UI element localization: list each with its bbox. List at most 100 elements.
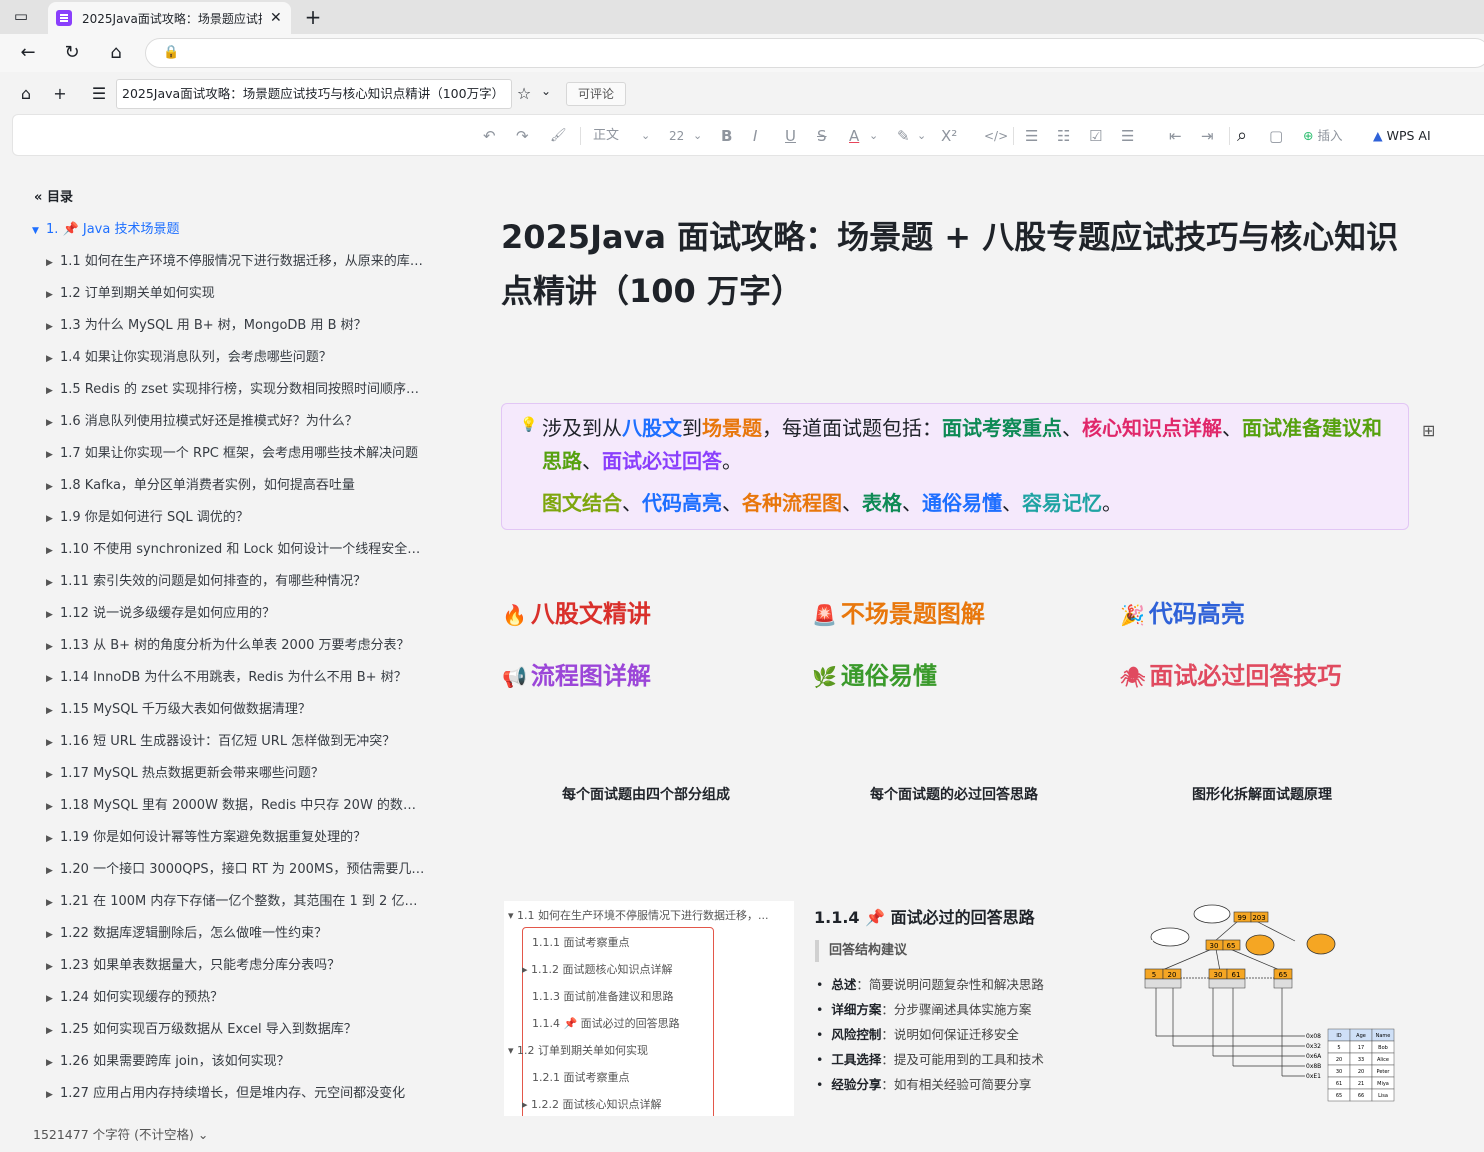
doc-title-field[interactable]: 2025Java面试攻略：场景题应试技巧与核心知识点精讲（100万字） <box>116 79 512 109</box>
collapse-arrow-icon[interactable]: ▶ <box>46 599 60 630</box>
outline-item[interactable]: ▶ 1.5 Redis 的 zset 实现排行榜，实现分数相同按照时间顺序排序 <box>12 374 440 406</box>
expand-arrow-icon[interactable]: ▼ <box>32 215 46 246</box>
outline-item[interactable]: ▶ 1.23 如果单表数据量大，只能考虑分库分表吗？ <box>12 950 440 982</box>
feature-label[interactable]: 🎉 代码高亮 <box>1120 594 1245 629</box>
collapse-arrow-icon[interactable]: ▶ <box>46 1079 60 1110</box>
collapse-arrow-icon[interactable]: ▶ <box>46 407 60 438</box>
home-button[interactable]: ⌂ <box>104 42 128 64</box>
collapse-arrow-icon[interactable]: ▶ <box>46 759 60 790</box>
outline-item[interactable]: ▶ 1.17 MySQL 热点数据更新会带来哪些问题？ <box>12 758 440 790</box>
font-size-select[interactable]: 22 <box>669 126 684 146</box>
outline-item[interactable]: ▶ 1.26 如果需要跨库 join，该如何实现？ <box>12 1046 440 1078</box>
align-button[interactable]: ☰ <box>1121 126 1134 146</box>
outline-item[interactable]: ▼ 1. 📌 Java 技术场景题 <box>12 214 440 246</box>
collapse-arrow-icon[interactable]: ▶ <box>46 823 60 854</box>
collapse-arrow-icon[interactable]: ▶ <box>46 887 60 918</box>
collapse-arrow-icon[interactable]: ▶ <box>46 343 60 374</box>
outline-header[interactable]: « 目录 <box>34 186 73 205</box>
outline-item[interactable]: ▶ 1.7 如果让你实现一个 RPC 框架，会考虑用哪些技术解决问题 <box>12 438 440 470</box>
collapse-arrow-icon[interactable]: ▶ <box>46 727 60 758</box>
wps-ai-button[interactable]: ▲ WPS AI <box>1373 126 1431 146</box>
collapse-arrow-icon[interactable]: ▶ <box>46 439 60 470</box>
comment-mode-button[interactable]: 可评论 <box>566 82 626 106</box>
collapse-arrow-icon[interactable]: ▶ <box>46 535 60 566</box>
bold-button[interactable]: B <box>721 126 732 146</box>
collapse-arrow-icon[interactable]: ▶ <box>46 1047 60 1078</box>
italic-button[interactable]: I <box>753 126 757 146</box>
feature-label[interactable]: 🕷 面试必过回答技巧 <box>1120 656 1341 691</box>
collapse-arrow-icon[interactable]: ▶ <box>46 1015 60 1046</box>
outline-item[interactable]: ▶ 1.6 消息队列使用拉模式好还是推模式好？为什么？ <box>12 406 440 438</box>
collapse-arrow-icon[interactable]: ▶ <box>46 951 60 982</box>
outline-item[interactable]: ▶ 1.8 Kafka，单分区单消费者实例，如何提高吞吐量 <box>12 470 440 502</box>
collapse-arrow-icon[interactable]: ▶ <box>46 311 60 342</box>
outline-item[interactable]: ▶ 1.9 你是如何进行 SQL 调优的？ <box>12 502 440 534</box>
outline-item[interactable]: ▶ 1.12 说一说多级缓存是如何应用的？ <box>12 598 440 630</box>
menu-icon[interactable]: ☰ <box>88 84 110 104</box>
browser-tab[interactable]: 2025Java面试攻略：场景题应试技巧与核心知识点精讲 ✕ <box>48 2 291 34</box>
char-count[interactable]: 1521477 个字符 (不计空格) ⌄ <box>33 1124 208 1143</box>
address-bar[interactable]: 🔒 <box>145 38 1484 68</box>
undo-icon[interactable]: ↶ <box>483 126 496 146</box>
comment-icon[interactable]: ▢ <box>1269 126 1283 146</box>
home-icon[interactable]: ⌂ <box>15 84 37 104</box>
outline-item[interactable]: ▶ 1.24 如何实现缓存的预热？ <box>12 982 440 1014</box>
collapse-arrow-icon[interactable]: ▶ <box>46 567 60 598</box>
reload-button[interactable]: ↻ <box>60 42 84 64</box>
outline-item[interactable]: ▶ 1.18 MySQL 里有 2000W 数据，Redis 中只存 20W 的数… <box>12 790 440 822</box>
collapse-arrow-icon[interactable]: ▶ <box>46 247 60 278</box>
numbered-list-button[interactable]: ☷ <box>1057 126 1070 146</box>
outline-item[interactable]: ▶ 1.13 从 B+ 树的角度分析为什么单表 2000 万要考虑分表？ <box>12 630 440 662</box>
sidebar-toggle-icon[interactable]: ▭ <box>10 7 32 27</box>
tab-close-icon[interactable]: ✕ <box>270 10 282 26</box>
feature-label[interactable]: 🚨 不场景题图解 <box>812 594 985 629</box>
collapse-arrow-icon[interactable]: ▶ <box>46 471 60 502</box>
feature-label[interactable]: 📢 流程图详解 <box>502 656 651 691</box>
outline-item[interactable]: ▶ 1.11 索引失效的问题是如何排查的，有哪些种情况？ <box>12 566 440 598</box>
indent-increase-button[interactable]: ⇥ <box>1201 126 1214 146</box>
outline-item[interactable]: ▶ 1.19 你是如何设计幂等性方案避免数据重复处理的？ <box>12 822 440 854</box>
collapse-arrow-icon[interactable]: ▶ <box>46 983 60 1014</box>
style-select[interactable]: 正文 <box>593 126 619 146</box>
indent-decrease-button[interactable]: ⇤ <box>1169 126 1182 146</box>
outline-item[interactable]: ▶ 1.16 短 URL 生成器设计：百亿短 URL 怎样做到无冲突？ <box>12 726 440 758</box>
collapse-arrow-icon[interactable]: ▶ <box>46 855 60 886</box>
outline-item[interactable]: ▶ 1.3 为什么 MySQL 用 B+ 树，MongoDB 用 B 树？ <box>12 310 440 342</box>
collapse-icon[interactable]: « <box>34 190 42 205</box>
feature-label[interactable]: 🌿 通俗易懂 <box>812 656 937 691</box>
font-color-button[interactable]: A <box>849 126 859 146</box>
outline-item[interactable]: ▶ 1.20 一个接口 3000QPS，接口 RT 为 200MS，预估需要几台机… <box>12 854 440 886</box>
bullet-list-button[interactable]: ☰ <box>1025 126 1038 146</box>
outline-item[interactable]: ▶ 1.4 如果让你实现消息队列，会考虑哪些问题？ <box>12 342 440 374</box>
collapse-arrow-icon[interactable]: ▶ <box>46 695 60 726</box>
checklist-button[interactable]: ☑ <box>1089 126 1102 146</box>
outline-item[interactable]: ▶1.1 如何在生产环境不停服情况下进行数据迁移，从原来的库表结构迁移到新的库表… <box>12 246 440 278</box>
collapse-arrow-icon[interactable]: ▶ <box>46 375 60 406</box>
underline-button[interactable]: U <box>785 126 796 146</box>
highlight-button[interactable]: ✎ <box>897 126 910 146</box>
outline-item[interactable]: ▶ 1.27 应用占用内存持续增长，但是堆内存、元空间都没变化 <box>12 1078 440 1110</box>
outline-item[interactable]: ▶ 1.21 在 100M 内存下存储一亿个整数，其范围在 1 到 2 亿之间 <box>12 886 440 918</box>
inline-code-button[interactable]: </> <box>984 126 1008 146</box>
new-tab-button[interactable]: + <box>302 5 324 29</box>
redo-icon[interactable]: ↷ <box>516 126 529 146</box>
outline-item[interactable]: ▶ 1.2 订单到期关单如何实现 <box>12 278 440 310</box>
collapse-arrow-icon[interactable]: ▶ <box>46 663 60 694</box>
collapse-arrow-icon[interactable]: ▶ <box>46 503 60 534</box>
format-painter-icon[interactable]: 🖌 <box>550 126 567 146</box>
superscript-button[interactable]: X² <box>941 126 957 146</box>
outline-item[interactable]: ▶ 1.22 数据库逻辑删除后，怎么做唯一性约束？ <box>12 918 440 950</box>
feature-label[interactable]: 🔥 八股文精讲 <box>502 594 651 629</box>
collapse-arrow-icon[interactable]: ▶ <box>46 919 60 950</box>
search-icon[interactable]: ⌕ <box>1237 126 1247 146</box>
document-title[interactable]: 2025Java 面试攻略：场景题 + 八股专题应试技巧与核心知识点精讲（100… <box>501 210 1421 318</box>
collapse-arrow-icon[interactable]: ▶ <box>46 279 60 310</box>
add-comment-icon[interactable]: ⊞ <box>1422 421 1435 440</box>
back-button[interactable]: ← <box>16 42 40 64</box>
star-icon[interactable]: ☆ <box>513 84 535 104</box>
strikethrough-button[interactable]: S <box>817 126 827 146</box>
collapse-arrow-icon[interactable]: ▶ <box>46 791 60 822</box>
insert-button[interactable]: ⊕ 插入 <box>1303 126 1342 146</box>
outline-item[interactable]: ▶ 1.10 不使用 synchronized 和 Lock 如何设计一个线程安全… <box>12 534 440 566</box>
collapse-arrow-icon[interactable]: ▶ <box>46 631 60 662</box>
